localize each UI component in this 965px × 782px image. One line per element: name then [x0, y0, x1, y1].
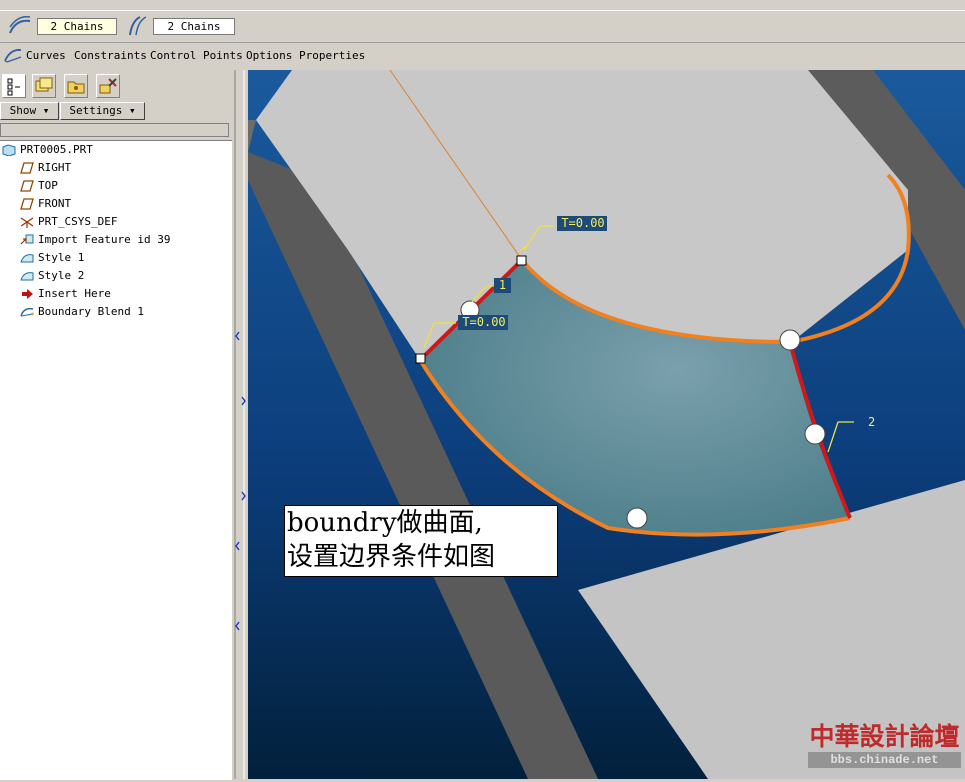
panel-splitter[interactable]: [232, 70, 248, 779]
tools-tab[interactable]: [96, 74, 120, 98]
settings-dropdown[interactable]: Settings ▾: [60, 102, 145, 120]
model-tree-tab[interactable]: [2, 74, 26, 98]
tree-root-label: PRT0005.PRT: [20, 143, 93, 156]
tree-item-label: Style 2: [38, 269, 85, 282]
layer-icon: [35, 77, 53, 92]
watermark: 中華設計論壇 bbs.chinade.net: [808, 722, 961, 770]
chain-number-label[interactable]: 2: [868, 415, 882, 430]
tree-item-root[interactable]: PRT0005.PRT: [2, 141, 93, 159]
tangency-label-left[interactable]: T=0.00: [460, 315, 508, 330]
tree-item-style-1[interactable]: Style 1: [20, 249, 84, 267]
endpoint-handle[interactable]: [415, 353, 426, 364]
part-icon: [2, 144, 16, 156]
first-chain-collector[interactable]: 2 Chains: [37, 18, 117, 35]
chain-bar: 2 Chains 2 Chains: [0, 0, 965, 43]
csys-icon: [20, 217, 34, 228]
tree-item-boundary-blend[interactable]: * Boundary Blend 1: [20, 303, 144, 321]
drag-handle[interactable]: [779, 329, 801, 351]
tree-item-label: Style 1: [38, 251, 85, 264]
tab-curves[interactable]: Curves: [26, 49, 66, 62]
tree-item-label: RIGHT: [38, 161, 72, 174]
curve-chain-icon[interactable]: [8, 15, 32, 37]
tree-item-label: Insert Here: [38, 287, 111, 300]
second-chain-collector[interactable]: 2 Chains: [153, 18, 235, 35]
tree-item-import-feature[interactable]: Import Feature id 39: [20, 231, 170, 249]
style-surface-icon: [20, 254, 34, 263]
tab-control-points[interactable]: Control Points: [150, 49, 243, 62]
datum-plane-icon: [20, 180, 34, 192]
tree-filter-bar[interactable]: [0, 123, 229, 137]
tree-item-insert-here[interactable]: Insert Here: [20, 285, 111, 303]
annotation-line: 设置边界条件如图: [287, 542, 496, 572]
navigator-panel: Show ▾ Settings ▾ PRT0005.PRT RIGHT TOP …: [0, 70, 232, 780]
model-tree-icon: [7, 78, 20, 96]
tree-item-label: Import Feature id 39: [38, 233, 171, 246]
layer-tree-tab[interactable]: [32, 74, 56, 98]
settings-label: Settings: [69, 104, 123, 117]
tree-item-style-2[interactable]: Style 2: [20, 267, 84, 285]
import-icon: [20, 234, 34, 245]
dashboard-tab-bar: Curves Constraints Control Points Option…: [0, 44, 965, 68]
tree-item-csys[interactable]: PRT_CSYS_DEF: [20, 213, 117, 231]
chain-number-label[interactable]: 1: [494, 278, 511, 293]
drag-handle[interactable]: [804, 423, 826, 445]
tree-item-front[interactable]: FRONT: [20, 195, 71, 213]
tree-item-label: TOP: [38, 179, 58, 192]
folder-browser-tab[interactable]: [64, 74, 88, 98]
tree-item-label: FRONT: [38, 197, 72, 210]
tree-item-label: PRT_CSYS_DEF: [38, 215, 118, 228]
watermark-url: bbs.chinade.net: [808, 752, 961, 768]
endpoint-handle[interactable]: [516, 255, 527, 266]
show-label: Show: [9, 104, 37, 117]
datum-plane-icon: [20, 162, 34, 174]
drag-handle[interactable]: [626, 507, 648, 529]
datum-plane-icon: [20, 198, 34, 210]
boundary-blend-icon: [4, 47, 22, 66]
tab-properties[interactable]: Properties: [299, 49, 365, 62]
tab-options[interactable]: Options: [246, 49, 292, 62]
watermark-title: 中華設計論壇: [809, 722, 960, 751]
graphics-viewport[interactable]: T=0.00 T=0.00 1 2: [248, 70, 965, 779]
tab-constraints[interactable]: Constraints: [74, 49, 147, 62]
insert-arrow-icon: [22, 289, 33, 299]
folder-icon: [67, 81, 85, 94]
tools-icon: [99, 78, 117, 94]
annotation-callout: boundry做曲面, 设置边界条件如图: [284, 505, 558, 577]
tree-item-label: Boundary Blend 1: [38, 305, 144, 318]
style-surface-icon: [20, 272, 34, 281]
boundary-blend-icon: *: [20, 307, 34, 318]
tree-item-top[interactable]: TOP: [20, 177, 58, 195]
annotation-line: boundry做曲面,: [287, 508, 483, 538]
tree-item-right[interactable]: RIGHT: [20, 159, 71, 177]
tangency-label-top[interactable]: T=0.00: [559, 216, 607, 231]
svg-text:*: *: [30, 311, 34, 318]
show-dropdown[interactable]: Show ▾: [0, 102, 59, 120]
curve-chain-icon[interactable]: [126, 15, 150, 37]
model-tree: PRT0005.PRT RIGHT TOP FRONT PRT_CSYS_DEF…: [0, 140, 232, 780]
